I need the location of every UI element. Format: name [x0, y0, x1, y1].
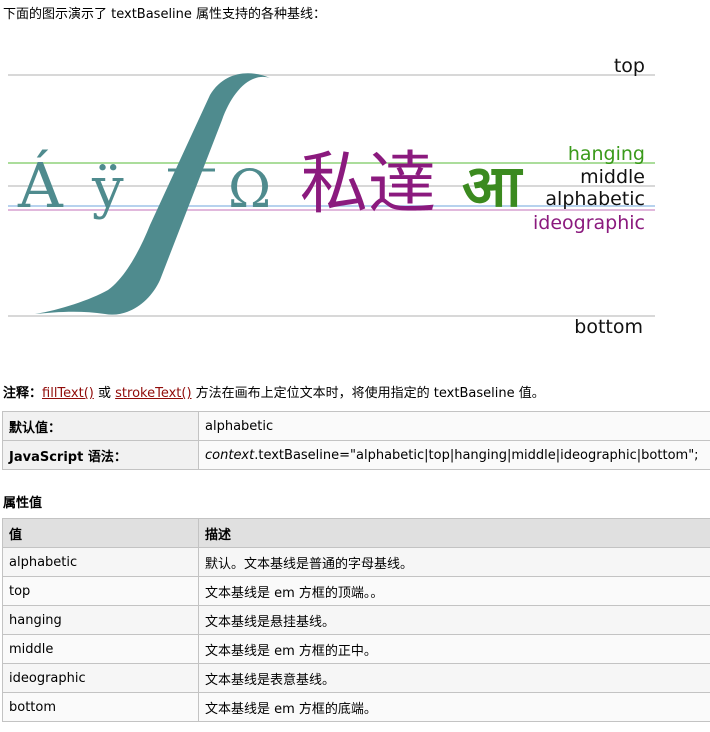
syntax-rest: .textBaseline="alphabetic|top|hanging|mi… [254, 447, 699, 463]
description-cell: 文本基线是 em 方框的顶端。。 [198, 576, 710, 606]
glyph-omega: Ω [228, 160, 271, 220]
note-label: 注释： [3, 386, 43, 401]
label-ideographic: ideographic [533, 212, 645, 234]
label-hanging: hanging [568, 143, 645, 165]
note-rest: 方法在画布上定位文本时，将使用指定的 textBaseline 值。 [191, 386, 545, 401]
header-row: 值 描述 [2, 518, 710, 548]
default-label: 默认值： [2, 411, 199, 441]
syntax-value: context.textBaseline="alphabetic|top|han… [198, 440, 710, 470]
table-row: top 文本基线是 em 方框的顶端。。 [2, 576, 710, 606]
section-title: 属性值 [3, 496, 43, 511]
note-sep: 或 [93, 386, 116, 401]
glyph-a-acute: Á [17, 149, 64, 222]
value-cell: middle [2, 634, 199, 664]
header-description: 描述 [198, 518, 710, 548]
glyph-devanagari: आ [462, 152, 524, 220]
glyph-cjk: 私達 [300, 145, 436, 224]
table-row: hanging 文本基线是悬挂基线。 [2, 605, 710, 635]
description-cell: 文本基线是表意基线。 [198, 663, 710, 693]
default-value: alphabetic [198, 411, 710, 441]
value-cell: alphabetic [2, 547, 199, 577]
description-cell: 文本基线是 em 方框的底端。 [198, 692, 710, 722]
label-bottom: bottom [574, 316, 643, 338]
table-row: bottom 文本基线是 em 方框的底端。 [2, 692, 710, 722]
stroketext-link[interactable]: strokeText() [115, 386, 191, 401]
value-cell: ideographic [2, 663, 199, 693]
table-row: ideographic 文本基线是表意基线。 [2, 663, 710, 693]
label-top: top [614, 55, 645, 77]
description-cell: 默认。文本基线是普通的字母基线。 [198, 547, 710, 577]
intro-text: 下面的图示演示了 textBaseline 属性支持的各种基线： [3, 7, 327, 22]
table-row: alphabetic 默认。文本基线是普通的字母基线。 [2, 547, 710, 577]
description-cell: 文本基线是 em 方框的正中。 [198, 634, 710, 664]
value-cell: bottom [2, 692, 199, 722]
label-middle: middle [580, 166, 645, 188]
table-row: middle 文本基线是 em 方框的正中。 [2, 634, 710, 664]
glyph-y-uml: ÿ [91, 156, 124, 221]
value-cell: top [2, 576, 199, 606]
syntax-label: JavaScript 语法： [2, 440, 199, 470]
table-row: JavaScript 语法： context.textBaseline="alp… [2, 440, 710, 470]
syntax-italic: context [205, 447, 255, 463]
baseline-figure: Á ÿ Ω 私達 आ top hanging middle alphabetic… [8, 55, 655, 338]
note-paragraph: 注释：fillText() 或 strokeText() 方法在画布上定位文本时… [3, 382, 545, 401]
defaults-table: 默认值： alphabetic JavaScript 语法： context.t… [2, 411, 710, 470]
filltext-link[interactable]: fillText() [42, 386, 94, 401]
header-value: 值 [2, 518, 199, 548]
label-alphabetic: alphabetic [545, 188, 645, 210]
values-table: 值 描述 alphabetic 默认。文本基线是普通的字母基线。 top 文本基… [2, 518, 710, 722]
value-cell: hanging [2, 605, 199, 635]
table-row: 默认值： alphabetic [2, 411, 710, 441]
description-cell: 文本基线是悬挂基线。 [198, 605, 710, 635]
